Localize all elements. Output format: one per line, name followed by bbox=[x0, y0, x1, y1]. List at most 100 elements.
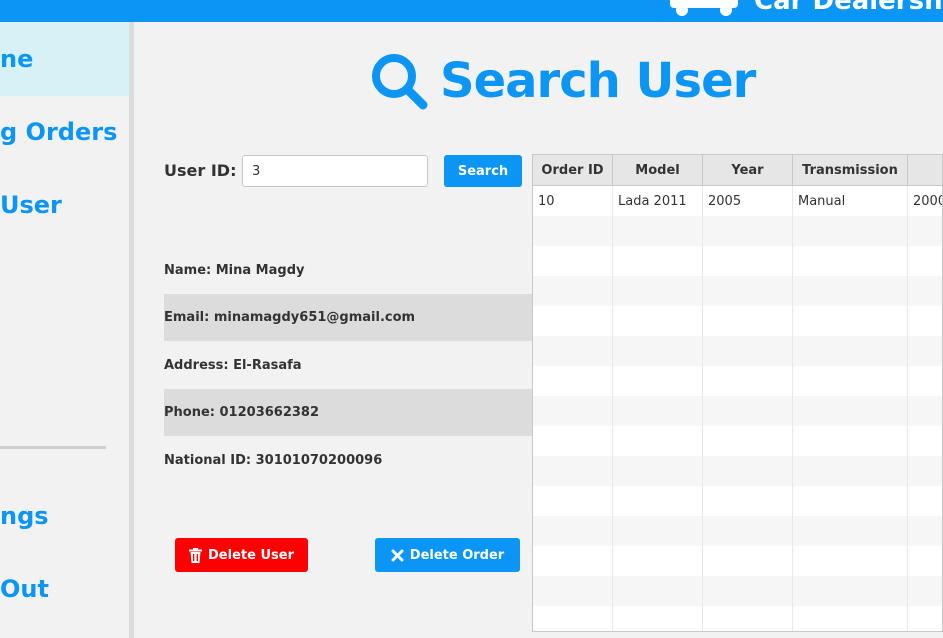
table-row-empty bbox=[533, 606, 942, 631]
user-id-input[interactable] bbox=[242, 155, 428, 187]
table-cell-empty bbox=[533, 336, 613, 366]
table-cell-empty bbox=[613, 306, 703, 336]
column-header-price[interactable]: P bbox=[908, 155, 942, 186]
user-phone: Phone: 01203662382 bbox=[164, 389, 532, 436]
brand-title: Car Dealership bbox=[754, 0, 943, 16]
table-cell-empty bbox=[908, 546, 942, 576]
table-cell-empty bbox=[793, 216, 908, 246]
table-cell-empty bbox=[793, 276, 908, 306]
table-cell-empty bbox=[613, 546, 703, 576]
table-cell-empty bbox=[533, 306, 613, 336]
table-cell-empty bbox=[533, 276, 613, 306]
table-row-empty bbox=[533, 576, 942, 606]
table-cell-empty bbox=[703, 306, 793, 336]
table-row-empty bbox=[533, 246, 942, 276]
table-cell: 2005 bbox=[703, 186, 793, 216]
table-cell-empty bbox=[703, 396, 793, 426]
table-cell-empty bbox=[793, 546, 908, 576]
table-cell-empty bbox=[703, 426, 793, 456]
table-cell-empty bbox=[793, 246, 908, 276]
table-row-empty bbox=[533, 336, 942, 366]
table-cell-empty bbox=[613, 336, 703, 366]
delete-user-label: Delete User bbox=[208, 547, 294, 563]
search-button[interactable]: Search bbox=[444, 155, 522, 187]
column-header-transmission[interactable]: Transmission bbox=[793, 155, 908, 186]
search-icon bbox=[372, 54, 428, 110]
orders-table: Order ID Model Year Transmission P 10 La… bbox=[532, 154, 943, 632]
table-cell: Manual bbox=[793, 186, 908, 216]
table-cell-empty bbox=[703, 456, 793, 486]
table-cell-empty bbox=[533, 426, 613, 456]
table-cell-empty bbox=[793, 606, 908, 631]
table-cell-empty bbox=[613, 276, 703, 306]
table-cell-empty bbox=[908, 246, 942, 276]
sidebar-item-home[interactable]: ne bbox=[0, 22, 129, 96]
table-cell-empty bbox=[533, 516, 613, 546]
table-cell: 10 bbox=[533, 186, 613, 216]
column-header-year[interactable]: Year bbox=[703, 155, 793, 186]
table-cell-empty bbox=[703, 546, 793, 576]
table-row-empty bbox=[533, 546, 942, 576]
column-header-model[interactable]: Model bbox=[613, 155, 703, 186]
table-cell-empty bbox=[793, 366, 908, 396]
sidebar-item-label: ne bbox=[0, 45, 34, 73]
column-header-order-id[interactable]: Order ID bbox=[533, 155, 613, 186]
user-name: Name: Mina Magdy bbox=[164, 263, 305, 278]
table-cell-empty bbox=[533, 486, 613, 516]
table-cell-empty bbox=[908, 456, 942, 486]
table-cell-empty bbox=[533, 396, 613, 426]
table-cell-empty bbox=[908, 396, 942, 426]
table-body: 10 Lada 2011 2005 Manual 2000 bbox=[533, 186, 942, 631]
sidebar-item-label: g Orders bbox=[0, 118, 118, 146]
table-row-empty bbox=[533, 426, 942, 456]
table-cell-empty bbox=[613, 486, 703, 516]
table-cell-empty bbox=[908, 426, 942, 456]
page-title: Search User bbox=[370, 52, 756, 110]
table-row-empty bbox=[533, 396, 942, 426]
sidebar-item-search-user[interactable]: User bbox=[0, 168, 62, 242]
table-cell-empty bbox=[793, 456, 908, 486]
table-cell-empty bbox=[908, 606, 942, 631]
table-row-empty bbox=[533, 486, 942, 516]
delete-order-button[interactable]: Delete Order bbox=[375, 538, 520, 572]
sidebar-item-label: ngs bbox=[0, 502, 49, 530]
user-national-id: National ID: 30101070200096 bbox=[164, 453, 383, 468]
table-cell-empty bbox=[613, 396, 703, 426]
main-content: Search User User ID: Search Name: Mina M… bbox=[134, 22, 943, 638]
delete-user-button[interactable]: Delete User bbox=[175, 538, 308, 572]
close-icon bbox=[391, 549, 404, 561]
table-cell-empty bbox=[533, 546, 613, 576]
sidebar-item-log-out[interactable]: Out bbox=[0, 552, 49, 626]
table-cell-empty bbox=[533, 366, 613, 396]
table-cell-empty bbox=[703, 276, 793, 306]
table-cell-empty bbox=[613, 366, 703, 396]
table-cell-empty bbox=[613, 246, 703, 276]
table-cell: 2000 bbox=[908, 186, 942, 216]
sidebar-item-label: User bbox=[0, 191, 62, 219]
table-cell-empty bbox=[793, 576, 908, 606]
sidebar-divider bbox=[0, 446, 106, 449]
table-cell-empty bbox=[793, 426, 908, 456]
table-cell-empty bbox=[703, 606, 793, 631]
user-address: Address: El-Rasafa bbox=[164, 358, 302, 373]
sidebar-item-pending-orders[interactable]: g Orders bbox=[0, 95, 117, 169]
table-cell-empty bbox=[703, 366, 793, 396]
table-cell-empty bbox=[613, 216, 703, 246]
table-cell-empty bbox=[703, 336, 793, 366]
table-cell-empty bbox=[908, 216, 942, 246]
table-cell-empty bbox=[793, 336, 908, 366]
sidebar-item-settings[interactable]: ngs bbox=[0, 479, 49, 553]
table-cell: Lada 2011 bbox=[613, 186, 703, 216]
table-cell-empty bbox=[703, 486, 793, 516]
table-row-empty bbox=[533, 516, 942, 546]
table-cell-empty bbox=[793, 486, 908, 516]
table-cell-empty bbox=[908, 336, 942, 366]
table-cell-empty bbox=[533, 576, 613, 606]
table-cell-empty bbox=[533, 246, 613, 276]
brand: Car Dealership bbox=[668, 0, 943, 16]
table-row-empty bbox=[533, 216, 942, 246]
top-bar: Car Dealership bbox=[0, 0, 943, 22]
table-cell-empty bbox=[793, 516, 908, 546]
table-row[interactable]: 10 Lada 2011 2005 Manual 2000 bbox=[533, 186, 942, 216]
table-cell-empty bbox=[533, 606, 613, 631]
